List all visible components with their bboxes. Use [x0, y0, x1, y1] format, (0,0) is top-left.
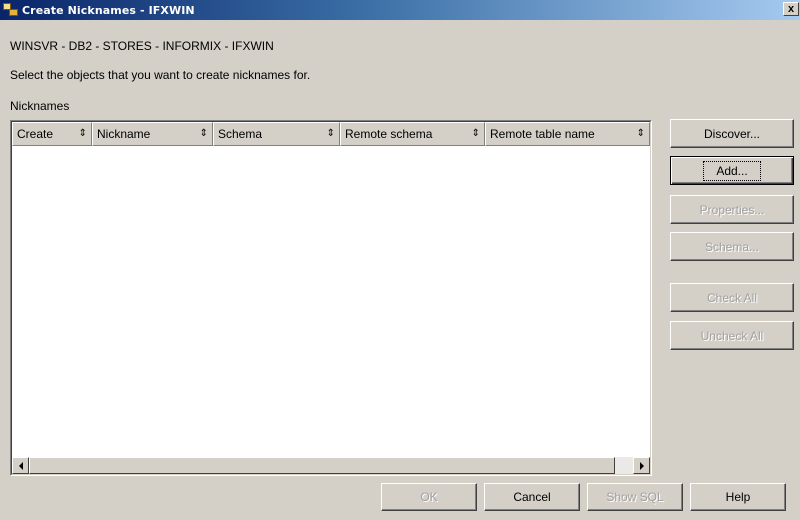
table-header: Create ⇕ Nickname ⇕ Schema ⇕ Remote sche…: [12, 122, 650, 146]
column-header-label: Create: [17, 127, 54, 141]
add-button-label: Add...: [703, 160, 761, 181]
column-header-nickname[interactable]: Nickname ⇕: [92, 122, 213, 146]
schema-button[interactable]: Schema...: [670, 232, 794, 261]
cancel-button[interactable]: Cancel: [484, 483, 580, 511]
column-header-label: Remote schema: [345, 127, 433, 141]
window-title: Create Nicknames - IFXWIN: [22, 3, 195, 17]
column-header-remote-table-name[interactable]: Remote table name ⇕: [485, 122, 650, 146]
ok-button[interactable]: OK: [381, 483, 477, 511]
sort-icon: ⇕: [78, 128, 87, 139]
nicknames-table: Create ⇕ Nickname ⇕ Schema ⇕ Remote sche…: [10, 120, 652, 476]
add-button[interactable]: Add...: [670, 156, 794, 185]
horizontal-scrollbar[interactable]: [12, 457, 650, 474]
help-button[interactable]: Help: [690, 483, 786, 511]
column-header-create[interactable]: Create ⇕: [12, 122, 92, 146]
table-body[interactable]: [12, 146, 650, 456]
instruction-text: Select the objects that you want to crea…: [10, 68, 311, 82]
check-all-button[interactable]: Check All: [670, 283, 794, 312]
sort-icon: ⇕: [471, 128, 480, 139]
arrow-right-icon: [639, 461, 644, 470]
arrow-left-icon: [18, 461, 23, 470]
discover-button[interactable]: Discover...: [670, 119, 794, 148]
column-header-label: Nickname: [97, 127, 151, 141]
nickname-app-icon: [3, 3, 19, 17]
nicknames-label: Nicknames: [10, 99, 70, 113]
show-sql-button[interactable]: Show SQL: [587, 483, 683, 511]
scroll-right-button[interactable]: [633, 457, 650, 474]
column-header-label: Remote table name: [490, 127, 595, 141]
connection-path: WINSVR - DB2 - STORES - INFORMIX - IFXWI…: [10, 39, 274, 53]
column-header-label: Schema: [218, 127, 263, 141]
scroll-thumb[interactable]: [29, 457, 615, 474]
close-button[interactable]: x: [783, 2, 799, 16]
column-header-remote-schema[interactable]: Remote schema ⇕: [340, 122, 485, 146]
sort-icon: ⇕: [636, 128, 645, 139]
uncheck-all-button[interactable]: Uncheck All: [670, 321, 794, 350]
sort-icon: ⇕: [326, 128, 335, 139]
column-header-schema[interactable]: Schema ⇕: [213, 122, 340, 146]
title-bar: Create Nicknames - IFXWIN x: [0, 0, 800, 20]
scroll-track[interactable]: [29, 457, 633, 474]
properties-button[interactable]: Properties...: [670, 195, 794, 224]
sort-icon: ⇕: [199, 128, 208, 139]
scroll-left-button[interactable]: [12, 457, 29, 474]
